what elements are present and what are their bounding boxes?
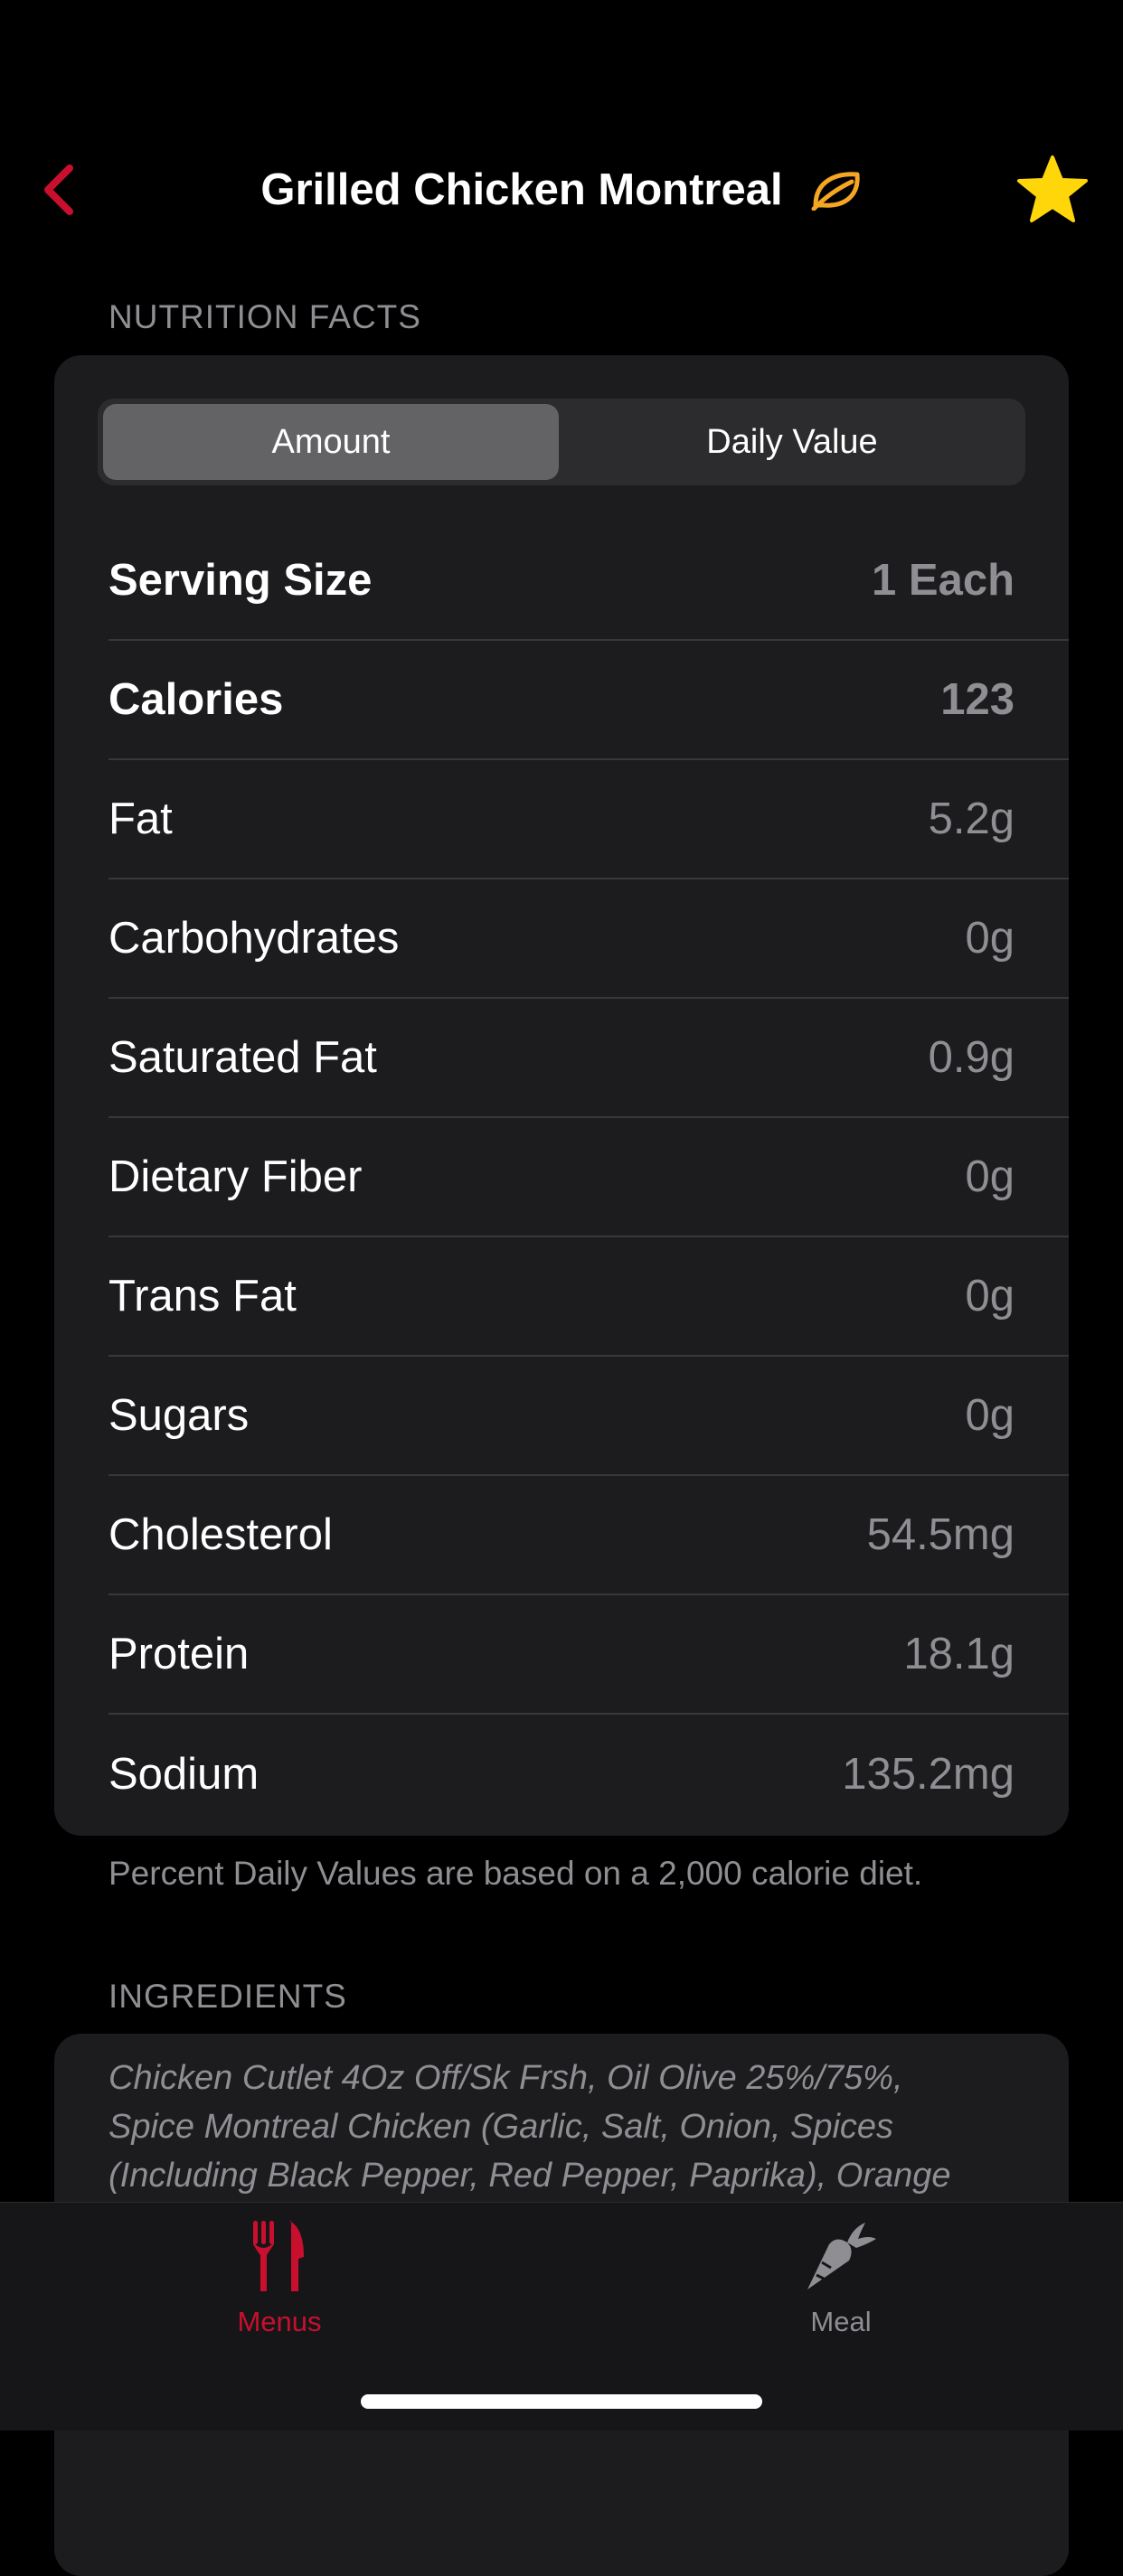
row-label: Dietary Fiber [109,1152,363,1201]
tab-label: Meal [810,2306,872,2337]
row-value: 123 [940,675,1014,724]
row-label: Protein [109,1630,250,1678]
row-value: 1 Each [872,556,1014,605]
table-row: Serving Size 1 Each [109,522,1069,641]
favorite-button[interactable] [1016,154,1089,226]
navigation-bar: Grilled Chicken Montreal [0,136,1123,244]
row-label: Sodium [109,1750,260,1799]
table-row: Calories 123 [109,641,1069,760]
table-row: Cholesterol 54.5mg [109,1476,1069,1595]
row-value: 18.1g [903,1630,1014,1678]
row-label: Calories [109,675,284,724]
ingredients-line: (Including Black Pepper, Red Pepper, Pap… [109,2157,951,2195]
row-label: Cholesterol [109,1510,333,1559]
nutrition-card: Amount Daily Value Serving Size 1 Each C… [54,355,1069,1836]
table-row: Saturated Fat 0.9g [109,999,1069,1118]
row-label: Carbohydrates [109,914,400,963]
table-row: Carbohydrates 0g [109,879,1069,999]
ingredients-line: Chicken Cutlet 4Oz Off/Sk Frsh, Oil Oliv… [109,2059,903,2097]
ingredients-line: Spice Montreal Chicken (Garlic, Salt, On… [109,2108,894,2146]
row-value: 0g [965,1272,1014,1321]
carrot-icon [800,2215,882,2297]
table-row: Fat 5.2g [109,760,1069,879]
row-label: Serving Size [109,556,373,605]
page-title: Grilled Chicken Montreal [260,165,783,214]
segmented-control: Amount Daily Value [98,399,1025,485]
tab-menus[interactable]: Menus [144,2215,415,2351]
row-label: Trans Fat [109,1272,297,1321]
nutrition-facts-header: NUTRITION FACTS [109,298,421,335]
table-row: Protein 18.1g [109,1595,1069,1715]
row-label: Saturated Fat [109,1033,377,1082]
row-value: 0g [965,914,1014,963]
segment-amount[interactable]: Amount [103,404,559,480]
row-value: 0g [965,1152,1014,1201]
star-icon [1017,155,1088,222]
leaf-icon [810,167,863,212]
tab-label: Menus [237,2306,322,2337]
fork-knife-icon [239,2215,320,2297]
table-row: Dietary Fiber 0g [109,1118,1069,1237]
table-row: Sodium 135.2mg [109,1715,1069,1834]
row-label: Fat [109,794,173,843]
table-row: Sugars 0g [109,1357,1069,1476]
ingredients-header: INGREDIENTS [109,1978,347,2015]
row-value: 0.9g [928,1033,1014,1082]
segment-daily-value[interactable]: Daily Value [564,404,1020,480]
row-value: 5.2g [928,794,1014,843]
row-value: 54.5mg [866,1510,1014,1559]
row-value: 135.2mg [842,1750,1014,1799]
table-row: Trans Fat 0g [109,1237,1069,1357]
daily-value-footnote: Percent Daily Values are based on a 2,00… [109,1855,923,1892]
title-group: Grilled Chicken Montreal [0,136,1123,244]
ingredients-text: Chicken Cutlet 4Oz Off/Sk Frsh, Oil Oliv… [109,2054,1022,2200]
tab-meal[interactable]: Meal [705,2215,977,2351]
nutrition-table: Serving Size 1 Each Calories 123 Fat 5.2… [109,522,1069,1834]
row-label: Sugars [109,1391,250,1440]
row-value: 0g [965,1391,1014,1440]
home-indicator[interactable] [361,2394,762,2409]
